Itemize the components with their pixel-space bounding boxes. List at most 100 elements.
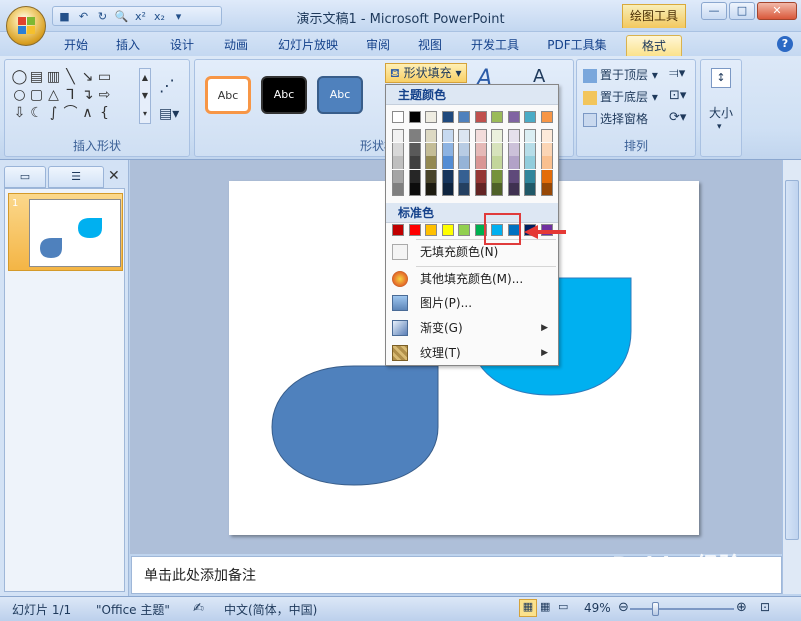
picture-fill-item[interactable]: 图片(P)...	[386, 291, 558, 315]
redo-icon[interactable]: ↻	[95, 9, 110, 24]
theme-shade-swatch[interactable]	[408, 156, 421, 169]
bring-to-front-button[interactable]: 置于顶层 ▾	[583, 66, 658, 83]
x-subscript-icon[interactable]: x₂	[152, 9, 167, 24]
rounded-rect-icon[interactable]: ▢	[28, 86, 45, 104]
style-sample-black[interactable]: Abc	[261, 76, 307, 114]
style-sample-orange-outline[interactable]: Abc	[205, 76, 251, 114]
theme-color-swatch[interactable]	[474, 111, 487, 123]
texture-fill-item[interactable]: 纹理(T) ▶	[386, 341, 558, 365]
theme-color-swatch[interactable]	[491, 111, 503, 123]
theme-shade-swatch[interactable]	[441, 169, 454, 183]
language[interactable]: 中文(简体，中国)	[224, 601, 317, 618]
theme-shade-swatch[interactable]	[458, 183, 470, 196]
theme-shade-swatch[interactable]	[507, 142, 520, 156]
theme-color-swatch[interactable]	[392, 111, 404, 123]
gradient-fill-item[interactable]: 渐变(G) ▶	[386, 316, 558, 340]
curve-shape-icon[interactable]: ∧	[79, 104, 96, 122]
theme-shade-swatch[interactable]	[441, 156, 454, 169]
theme-shade-swatch[interactable]	[524, 183, 536, 196]
theme-shade-swatch[interactable]	[491, 142, 503, 156]
theme-shade-swatch[interactable]	[425, 142, 437, 156]
arrow-line-icon[interactable]: ↘	[79, 68, 96, 86]
elbow-arrow-icon[interactable]: ↴	[79, 86, 96, 104]
theme-shade-swatch[interactable]	[425, 169, 437, 183]
shapes-scroll[interactable]: ▲ ▼ ▾	[139, 68, 151, 124]
standard-color-swatch[interactable]	[408, 224, 421, 236]
theme-shade-swatch[interactable]	[408, 129, 421, 142]
theme-shade-swatch[interactable]	[441, 129, 454, 142]
theme-shade-swatch[interactable]	[507, 156, 520, 169]
theme-shade-swatch[interactable]	[458, 169, 470, 183]
scribble-shape-icon[interactable]: ∫	[45, 104, 62, 122]
theme-shade-swatch[interactable]	[425, 129, 437, 142]
theme-shade-swatch[interactable]	[392, 129, 404, 142]
help-icon[interactable]: ?	[777, 36, 793, 52]
x-squared-icon[interactable]: x²	[133, 9, 148, 24]
theme-shade-swatch[interactable]	[524, 129, 536, 142]
theme-shade-swatch[interactable]	[441, 183, 454, 196]
tab-pdf-tools[interactable]: PDF工具集	[540, 35, 614, 56]
vertical-textbox-icon[interactable]: ▥	[45, 68, 62, 86]
elbow-connector-icon[interactable]: ⅂	[62, 86, 79, 104]
theme-color-swatch[interactable]	[425, 111, 437, 123]
zoom-slider[interactable]	[630, 608, 734, 610]
theme-shade-swatch[interactable]	[491, 129, 503, 142]
minimize-button[interactable]: —	[701, 2, 727, 20]
align-icon[interactable]: ⫤▾	[669, 66, 685, 81]
theme-color-swatch[interactable]	[441, 111, 454, 123]
theme-shade-swatch[interactable]	[408, 169, 421, 183]
tab-home[interactable]: 开始	[56, 35, 96, 56]
tab-insert[interactable]: 插入	[108, 35, 148, 56]
style-sample-blue[interactable]: Abc	[317, 76, 363, 114]
textbox-shape-icon[interactable]: ▤	[28, 68, 45, 86]
theme-color-swatch[interactable]	[408, 111, 421, 123]
fit-to-window-icon[interactable]: ⊡	[760, 600, 770, 614]
theme-shade-swatch[interactable]	[540, 156, 553, 169]
tab-view[interactable]: 视图	[410, 35, 450, 56]
more-fill-colors-item[interactable]: 其他填充颜色(M)...	[386, 267, 558, 291]
theme-shade-swatch[interactable]	[458, 129, 470, 142]
brace-shape-icon[interactable]: {	[96, 104, 113, 122]
textbox-icon[interactable]: ▤▾	[159, 106, 179, 122]
theme-shade-swatch[interactable]	[474, 142, 487, 156]
vertical-scrollbar[interactable]	[782, 160, 801, 594]
theme-shade-swatch[interactable]	[491, 156, 503, 169]
theme-shade-swatch[interactable]	[491, 169, 503, 183]
oval-shape-icon[interactable]: ◯	[11, 68, 28, 86]
theme-shade-swatch[interactable]	[458, 142, 470, 156]
theme-shade-swatch[interactable]	[507, 169, 520, 183]
theme-shade-swatch[interactable]	[524, 142, 536, 156]
tab-slideshow[interactable]: 幻灯片放映	[268, 35, 348, 56]
theme-shade-swatch[interactable]	[408, 183, 421, 196]
rectangle-shape-icon[interactable]: ▭	[96, 68, 113, 86]
theme-color-swatch[interactable]	[524, 111, 536, 123]
normal-view-icon[interactable]: ▦	[519, 599, 537, 617]
zoom-out-icon[interactable]: ⊖	[618, 600, 629, 615]
spell-check-icon[interactable]: ✍	[193, 601, 204, 616]
print-preview-icon[interactable]: 🔍	[114, 9, 129, 24]
freeform-shape-icon[interactable]: ☾	[28, 104, 45, 122]
theme-shade-swatch[interactable]	[540, 142, 553, 156]
theme-shade-swatch[interactable]	[474, 129, 487, 142]
theme-shade-swatch[interactable]	[425, 183, 437, 196]
theme-shade-swatch[interactable]	[491, 183, 503, 196]
rotate-icon[interactable]: ⟳▾	[669, 110, 686, 125]
arc-shape-icon[interactable]: ⌒	[62, 104, 79, 122]
theme-shade-swatch[interactable]	[441, 142, 454, 156]
shape-fill-button[interactable]: ⛾ 形状填充 ▾	[385, 63, 467, 83]
theme-shade-swatch[interactable]	[540, 169, 553, 183]
ellipse-shape-icon[interactable]: ○	[11, 86, 28, 104]
selection-pane-button[interactable]: 选择窗格	[583, 110, 648, 127]
theme-shade-swatch[interactable]	[392, 169, 404, 183]
undo-icon[interactable]: ↶	[76, 9, 91, 24]
theme-shade-swatch[interactable]	[540, 129, 553, 142]
tab-developer[interactable]: 开发工具	[463, 35, 527, 56]
shapes-gallery[interactable]: ◯ ▤ ▥ ╲ ↘ ▭ ○ ▢ △ ⅂ ↴ ⇨ ⇩ ☾ ∫ ⌒ ∧ {	[11, 68, 137, 124]
zoom-in-icon[interactable]: ⊕	[736, 600, 747, 615]
slide-thumbnail[interactable]: 1	[8, 193, 123, 271]
theme-shade-swatch[interactable]	[474, 169, 487, 183]
theme-shade-swatch[interactable]	[392, 183, 404, 196]
theme-shade-swatch[interactable]	[524, 169, 536, 183]
no-fill-item[interactable]: 无填充颜色(N)	[386, 240, 558, 264]
size-icon[interactable]: ↕	[711, 68, 731, 88]
